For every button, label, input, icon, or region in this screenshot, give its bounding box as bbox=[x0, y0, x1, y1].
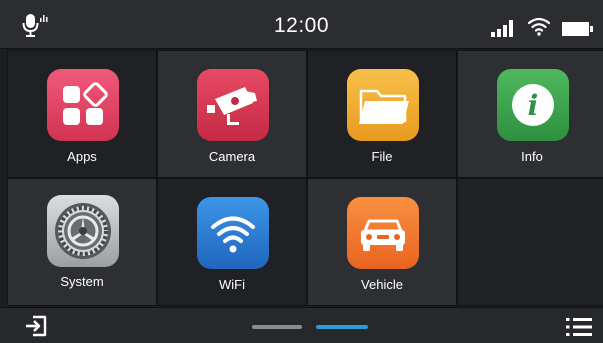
apps-icon bbox=[47, 69, 119, 141]
app-label-apps: Apps bbox=[67, 149, 97, 164]
tile-camera[interactable]: Camera bbox=[157, 50, 307, 178]
app-grid: Apps Camera File i Info System WiFi Vehi… bbox=[7, 50, 603, 307]
app-label-wifi: WiFi bbox=[219, 277, 245, 292]
menu-list-icon[interactable] bbox=[566, 316, 592, 338]
exit-icon[interactable] bbox=[24, 314, 48, 338]
gear-icon bbox=[47, 195, 119, 267]
tile-system[interactable]: System bbox=[7, 178, 157, 306]
svg-text:i: i bbox=[528, 89, 539, 122]
bottom-bar bbox=[0, 307, 603, 343]
app-label-system: System bbox=[60, 274, 104, 289]
tile-apps[interactable]: Apps bbox=[7, 50, 157, 178]
app-label-file: File bbox=[371, 149, 393, 164]
tile-wifi[interactable]: WiFi bbox=[157, 178, 307, 306]
camera-icon bbox=[197, 69, 269, 141]
info-icon: i bbox=[497, 69, 569, 141]
app-label-camera: Camera bbox=[208, 149, 256, 164]
app-label-vehicle: Vehicle bbox=[361, 277, 403, 292]
wifi-status-icon bbox=[528, 17, 550, 36]
battery-icon bbox=[562, 22, 593, 36]
folder-icon bbox=[347, 69, 419, 141]
cell-signal-icon bbox=[491, 20, 513, 37]
tile-file[interactable]: File bbox=[307, 50, 457, 178]
page-indicator-2[interactable] bbox=[316, 325, 368, 329]
car-launcher-screen: 12:00 Apps Camera File i Info System WiF… bbox=[0, 0, 603, 343]
tile-vehicle[interactable]: Vehicle bbox=[307, 178, 457, 306]
car-icon bbox=[347, 197, 419, 269]
page-indicator-1[interactable] bbox=[252, 325, 302, 329]
app-label-info: Info bbox=[521, 149, 543, 164]
empty-tile bbox=[457, 178, 603, 306]
tile-info[interactable]: i Info bbox=[457, 50, 603, 178]
status-bar: 12:00 bbox=[0, 0, 603, 49]
wifi-icon bbox=[197, 197, 269, 269]
